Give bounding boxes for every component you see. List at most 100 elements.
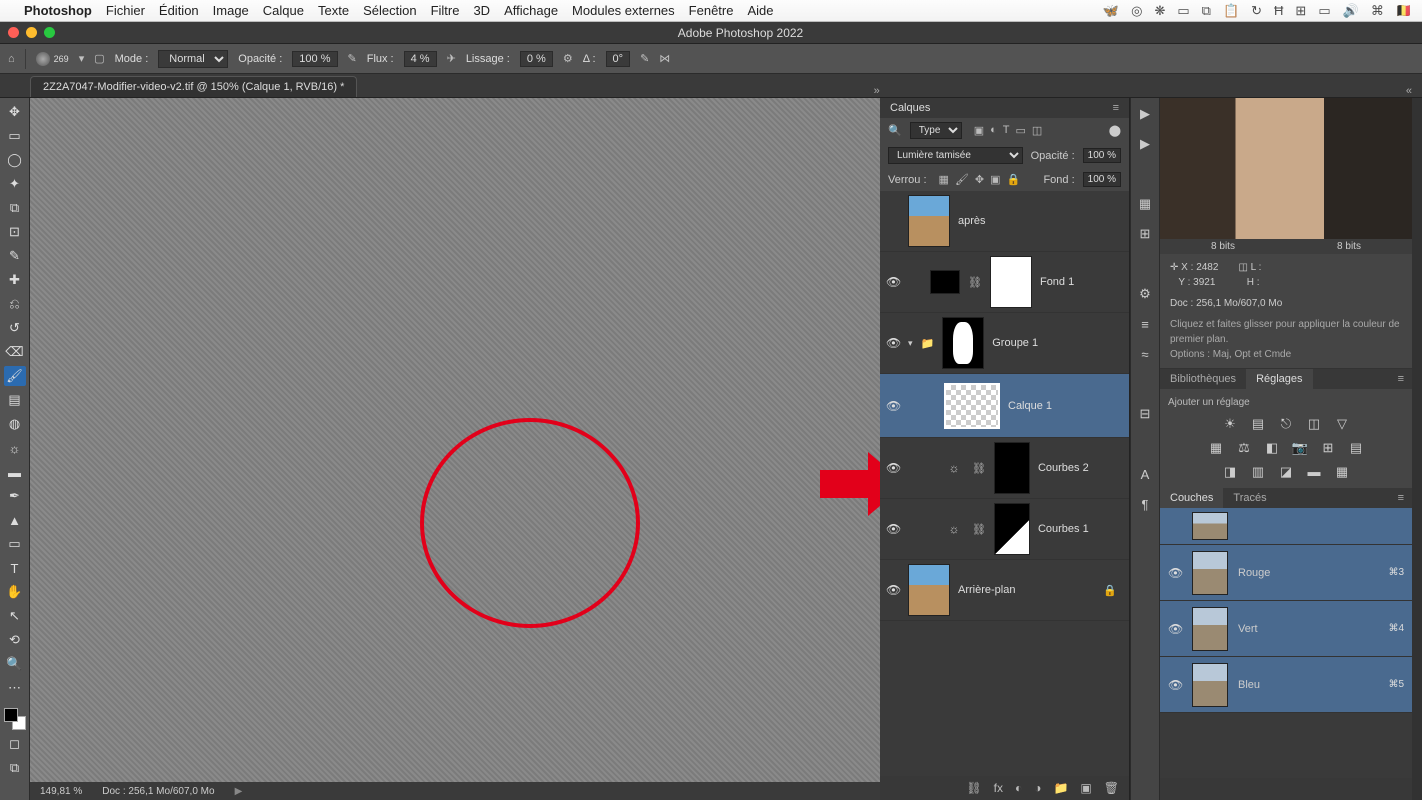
link-icon[interactable]: ⛓ <box>968 276 982 289</box>
layer-name[interactable]: Courbes 1 <box>1038 523 1089 535</box>
direct-select-tool[interactable]: ↖ <box>4 606 26 626</box>
vibrance-icon[interactable]: ▽ <box>1333 416 1351 432</box>
layer-blend-mode[interactable]: Lumière tamisée <box>888 147 1023 164</box>
screenmode-toggle[interactable]: ⧉ <box>4 758 26 778</box>
foreground-color[interactable] <box>4 708 18 722</box>
menu-filter[interactable]: Filtre <box>431 3 460 18</box>
smoothing-value[interactable]: 0 % <box>520 51 553 67</box>
lasso-tool[interactable]: ◯ <box>4 150 26 170</box>
visibility-toggle[interactable]: 👁 <box>886 583 900 597</box>
channel-row[interactable]: 👁 Vert ⌘4 <box>1160 601 1412 657</box>
link-layers-button[interactable]: ⛓ <box>966 781 981 795</box>
layer-opacity-value[interactable]: 100 % <box>1083 148 1121 163</box>
panel-icon[interactable]: ⚙ <box>1135 284 1155 304</box>
zoom-button[interactable] <box>44 27 55 38</box>
flow-value[interactable]: 4 % <box>404 51 437 67</box>
colorbalance-icon[interactable]: ⚖ <box>1235 440 1253 456</box>
levels-icon[interactable]: ▤ <box>1249 416 1267 432</box>
group-mask-thumbnail[interactable] <box>942 317 984 369</box>
menu-select[interactable]: Sélection <box>363 3 416 18</box>
visibility-toggle[interactable]: 👁 <box>886 336 900 350</box>
filter-smart-icon[interactable]: ◫ <box>1032 124 1042 137</box>
collapse-panels-icon[interactable]: « <box>1396 85 1422 97</box>
frame-tool[interactable]: ⊡ <box>4 222 26 242</box>
panel-icon[interactable]: A <box>1135 464 1155 484</box>
canvas[interactable] <box>30 98 880 782</box>
hand-tool[interactable]: ✋ <box>4 582 26 602</box>
threshold-icon[interactable]: ◪ <box>1277 464 1295 480</box>
layer-name[interactable]: Courbes 2 <box>1038 462 1089 474</box>
symmetry-icon[interactable]: ⋈ <box>659 52 670 65</box>
blur-tool[interactable]: ◍ <box>4 414 26 434</box>
tab-channels[interactable]: Couches <box>1160 488 1223 508</box>
lock-all-icon[interactable]: 🔒 <box>1007 173 1021 186</box>
layer-name[interactable]: après <box>958 215 986 227</box>
new-adjustment-button[interactable]: ◑ <box>1034 781 1041 795</box>
adjustment-icon[interactable]: ☼ <box>944 520 964 538</box>
tray-icon[interactable]: ◎ <box>1131 3 1142 19</box>
brightness-icon[interactable]: ☀ <box>1221 416 1239 432</box>
menu-3d[interactable]: 3D <box>473 3 490 18</box>
layer-row-selected[interactable]: 👁 Calque 1 <box>880 374 1129 438</box>
adjustment-icon[interactable]: ☼ <box>944 459 964 477</box>
app-name[interactable]: Photoshop <box>24 3 92 18</box>
link-icon[interactable]: ⛓ <box>972 462 986 475</box>
layer-mask-thumbnail[interactable] <box>994 503 1030 555</box>
smoothing-gear-icon[interactable]: ⚙ <box>563 52 573 65</box>
layer-name[interactable]: Fond 1 <box>1040 276 1074 288</box>
tray-icon[interactable]: 🦋 <box>1103 3 1119 19</box>
opacity-value[interactable]: 100 % <box>292 51 337 67</box>
tray-icon[interactable]: 📋 <box>1223 3 1239 19</box>
visibility-toggle[interactable]: 👁 <box>886 461 900 475</box>
tray-icon[interactable]: Ħ <box>1274 3 1283 19</box>
visibility-toggle[interactable]: 👁 <box>1168 566 1182 580</box>
menu-plugins[interactable]: Modules externes <box>572 3 675 18</box>
minimize-button[interactable] <box>26 27 37 38</box>
tab-adjustments[interactable]: Réglages <box>1246 369 1312 389</box>
tray-icon[interactable]: 🔊 <box>1343 3 1359 19</box>
dodge-tool[interactable]: ☼ <box>4 438 26 458</box>
document-tab[interactable]: 2Z2A7047-Modifier-video-v2.tif @ 150% (C… <box>30 76 357 97</box>
filter-pixel-icon[interactable]: ▣ <box>974 124 984 137</box>
tray-icon[interactable]: ▭ <box>1318 3 1330 19</box>
color-swatches[interactable] <box>4 708 26 730</box>
tray-icon[interactable]: ⊞ <box>1295 3 1306 19</box>
posterize-icon[interactable]: ▥ <box>1249 464 1267 480</box>
bw-icon[interactable]: ◧ <box>1263 440 1281 456</box>
add-mask-button[interactable]: ◐ <box>1015 781 1022 795</box>
invert-icon[interactable]: ◨ <box>1221 464 1239 480</box>
panel-icon[interactable]: ⊟ <box>1135 404 1155 424</box>
filter-type-icon[interactable]: T <box>1003 124 1010 137</box>
history-brush-tool[interactable]: ↺ <box>4 318 26 338</box>
type-tool[interactable]: T <box>4 558 26 578</box>
panel-menu-icon[interactable]: ≡ <box>1390 488 1412 508</box>
exposure-icon[interactable]: ◫ <box>1305 416 1323 432</box>
layer-mask-thumbnail[interactable] <box>994 442 1030 494</box>
menu-layer[interactable]: Calque <box>263 3 304 18</box>
group-expand-icon[interactable]: ▾ <box>908 338 913 349</box>
lock-pixels-icon[interactable]: 🖌 <box>955 173 969 186</box>
layer-row[interactable]: 👁 Arrière-plan 🔒 <box>880 560 1129 621</box>
opacity-pressure-icon[interactable]: ✎ <box>348 52 357 65</box>
fill-value[interactable]: 100 % <box>1083 172 1121 187</box>
layer-thumbnail[interactable] <box>944 383 1000 429</box>
rotate-tool[interactable]: ⟲ <box>4 630 26 650</box>
layer-group-row[interactable]: 👁 ▾ 📁 Groupe 1 <box>880 313 1129 374</box>
menu-file[interactable]: Fichier <box>106 3 145 18</box>
colorlookup-icon[interactable]: ▤ <box>1347 440 1365 456</box>
tray-icon[interactable]: ↻ <box>1251 3 1262 19</box>
channel-row[interactable]: 👁 Rouge ⌘3 <box>1160 545 1412 601</box>
marquee-tool[interactable]: ▭ <box>4 126 26 146</box>
tray-icon[interactable]: ⌘ <box>1371 3 1384 19</box>
layer-thumbnail[interactable] <box>908 195 950 247</box>
menu-type[interactable]: Texte <box>318 3 349 18</box>
panel-icon[interactable]: ≈ <box>1135 344 1155 364</box>
panel-menu-icon[interactable]: ≡ <box>1113 102 1119 114</box>
heal-tool[interactable]: ✚ <box>4 270 26 290</box>
layer-fx-button[interactable]: fx <box>994 781 1003 795</box>
tablet-pressure-icon[interactable]: ✎ <box>640 52 649 65</box>
gradientmap-icon[interactable]: ▬ <box>1305 464 1323 480</box>
layer-filter-kind[interactable]: Type <box>910 122 962 139</box>
channel-row[interactable]: 👁 Bleu ⌘5 <box>1160 657 1412 713</box>
new-layer-button[interactable]: ▣ <box>1080 781 1091 795</box>
